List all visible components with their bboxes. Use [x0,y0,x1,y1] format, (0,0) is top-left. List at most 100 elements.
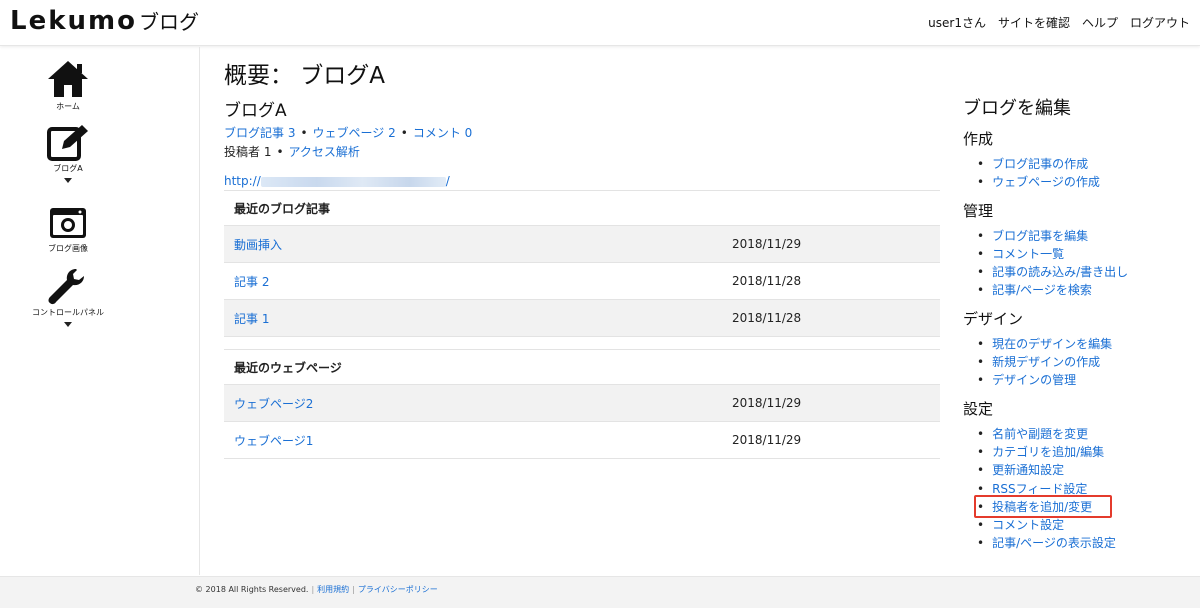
logout-link[interactable]: ログアウト [1130,14,1190,31]
comments-list-link[interactable]: コメント一覧 [992,247,1064,261]
section-heading: 最近のウェブページ [224,349,940,385]
page-date: 2018/11/29 [732,433,802,447]
rss-settings-link[interactable]: RSSフィード設定 [992,482,1087,496]
page-title-link[interactable]: ウェブページ2 [224,395,732,412]
list-item: ブログ記事の作成 [977,155,1193,173]
logo-main: Lekumo [10,6,137,36]
list-item: 記事/ページを検索 [977,281,1193,299]
page-date: 2018/11/29 [732,396,802,410]
separator-dot: • [400,126,408,140]
sidebar-item-images[interactable]: ブログ画像 [18,205,118,254]
list-item: RSSフィード設定 [977,480,1193,498]
comments-count-link[interactable]: コメント 0 [413,126,472,140]
entry-title-link[interactable]: 動画挿入 [224,236,732,253]
group-title-create: 作成 [963,130,994,148]
edit-entries-link[interactable]: ブログ記事を編集 [992,229,1088,243]
list-item: 記事/ページの表示設定 [977,534,1193,552]
blog-url-link[interactable]: http:// / [224,174,450,188]
manage-design-link[interactable]: デザインの管理 [992,373,1076,387]
sidebar-item-home[interactable]: ホーム [18,59,118,112]
table-row: 記事 1 2018/11/28 [224,300,940,337]
url-prefix: http:// [224,174,261,188]
update-notify-link[interactable]: 更新通知設定 [992,463,1064,477]
list-item: カテゴリを追加/編集 [977,443,1193,461]
name-subtitle-link[interactable]: 名前や副題を変更 [992,427,1088,441]
app-header: Lekumo ブログ user1さん サイトを確認 ヘルプ ログアウト [0,0,1200,46]
list-item: 投稿者を追加/変更 [977,498,1193,516]
logo[interactable]: Lekumo ブログ [10,6,199,40]
user-menu[interactable]: user1さん [928,14,986,31]
recent-entries-section: 最近のブログ記事 動画挿入 2018/11/29 記事 2 2018/11/28… [224,190,940,337]
comment-settings-link[interactable]: コメント設定 [992,518,1064,532]
create-links: ブログ記事の作成 ウェブページの作成 [963,155,1193,192]
analytics-link[interactable]: アクセス解析 [289,145,360,159]
table-row: ウェブページ2 2018/11/29 [224,385,940,422]
entry-title-link[interactable]: 記事 2 [224,273,732,290]
pages-count-link[interactable]: ウェブページ 2 [313,126,396,140]
copyright: © 2018 All Rights Reserved. [195,585,309,594]
home-icon [48,61,88,97]
section-heading: 最近のブログ記事 [224,190,940,226]
list-item: コメント設定 [977,516,1193,534]
separator: | [311,585,315,594]
view-site-link[interactable]: サイトを確認 [998,14,1070,31]
sidebar-item-label: コントロールパネル [32,308,104,317]
sidebar: ホーム ブログA ブログ画像 コントロールパネル [0,47,200,575]
import-export-link[interactable]: 記事の読み込み/書き出し [992,265,1128,279]
chevron-down-icon[interactable] [64,322,72,327]
top-nav: user1さん サイトを確認 ヘルプ ログアウト [928,14,1190,31]
edit-design-link[interactable]: 現在のデザインを編集 [992,337,1112,351]
page-title: 概要： ブログA [224,63,386,89]
entry-date: 2018/11/28 [732,311,802,325]
list-item: 新規デザインの作成 [977,353,1193,371]
table-row: 記事 2 2018/11/28 [224,263,940,300]
overview-main: 概要： ブログA ブログA ブログ記事 3 • ウェブページ 2 • コメント 0 投稿… [224,56,940,459]
entry-title-link[interactable]: 記事 1 [224,310,732,327]
manage-links: ブログ記事を編集 コメント一覧 記事の読み込み/書き出し 記事/ページを検索 [963,227,1193,300]
settings-links: 名前や副題を変更 カテゴリを追加/編集 更新通知設定 RSSフィード設定 投稿者… [963,425,1193,553]
entry-date: 2018/11/28 [732,274,802,288]
create-entry-link[interactable]: ブログ記事の作成 [992,157,1088,171]
separator: | [352,585,355,594]
group-title-settings: 設定 [963,399,994,418]
logo-sub: ブログ [138,10,199,34]
table-row: 動画挿入 2018/11/29 [224,226,940,263]
list-item: 記事の読み込み/書き出し [977,263,1193,281]
list-item: デザインの管理 [977,371,1193,389]
new-design-link[interactable]: 新規デザインの作成 [992,355,1100,369]
help-link[interactable]: ヘルプ [1082,14,1118,31]
sidebar-item-label: ブログA [53,164,83,173]
search-link[interactable]: 記事/ページを検索 [992,283,1092,297]
page-title-link[interactable]: ウェブページ1 [224,432,732,449]
group-title-manage: 管理 [963,201,994,220]
camera-icon [50,208,86,238]
entries-count-link[interactable]: ブログ記事 3 [224,126,295,140]
authors-count: 投稿者 1 [224,145,272,159]
recent-pages-section: 最近のウェブページ ウェブページ2 2018/11/29 ウェブページ1 201… [224,349,940,459]
wrench-icon [48,269,84,305]
list-item: 名前や副題を変更 [977,425,1193,443]
terms-link[interactable]: 利用規約 [317,585,349,594]
table-row: ウェブページ1 2018/11/29 [224,422,940,459]
footer: © 2018 All Rights Reserved. | 利用規約 | プライバシーポ… [0,576,1200,608]
list-item: ブログ記事を編集 [977,227,1193,245]
redacted-url [260,176,446,187]
categories-link[interactable]: カテゴリを追加/編集 [992,445,1104,459]
separator-dot: • [276,145,284,159]
sidebar-item-label: ブログ画像 [48,244,88,253]
chevron-down-icon[interactable] [64,178,72,183]
design-links: 現在のデザインを編集 新規デザインの作成 デザインの管理 [963,335,1193,390]
list-item: ウェブページの作成 [977,173,1193,191]
sidebar-item-control-panel[interactable]: コントロールパネル [18,267,118,327]
create-page-link[interactable]: ウェブページの作成 [992,175,1100,189]
blog-stats: ブログ記事 3 • ウェブページ 2 • コメント 0 [224,124,472,141]
url-suffix: / [445,174,450,188]
separator-dot: • [300,126,308,140]
list-item: コメント一覧 [977,245,1193,263]
display-settings-link[interactable]: 記事/ページの表示設定 [992,536,1116,550]
edit-blog-panel: ブログを編集 作成 ブログ記事の作成 ウェブページの作成 管理 ブログ記事を編集… [963,94,1193,553]
authors-link[interactable]: 投稿者を追加/変更 [992,500,1092,514]
privacy-link[interactable]: プライバシーポリシー [358,585,438,594]
sidebar-item-blog[interactable]: ブログA [18,123,118,183]
sidebar-item-label: ホーム [56,102,80,111]
